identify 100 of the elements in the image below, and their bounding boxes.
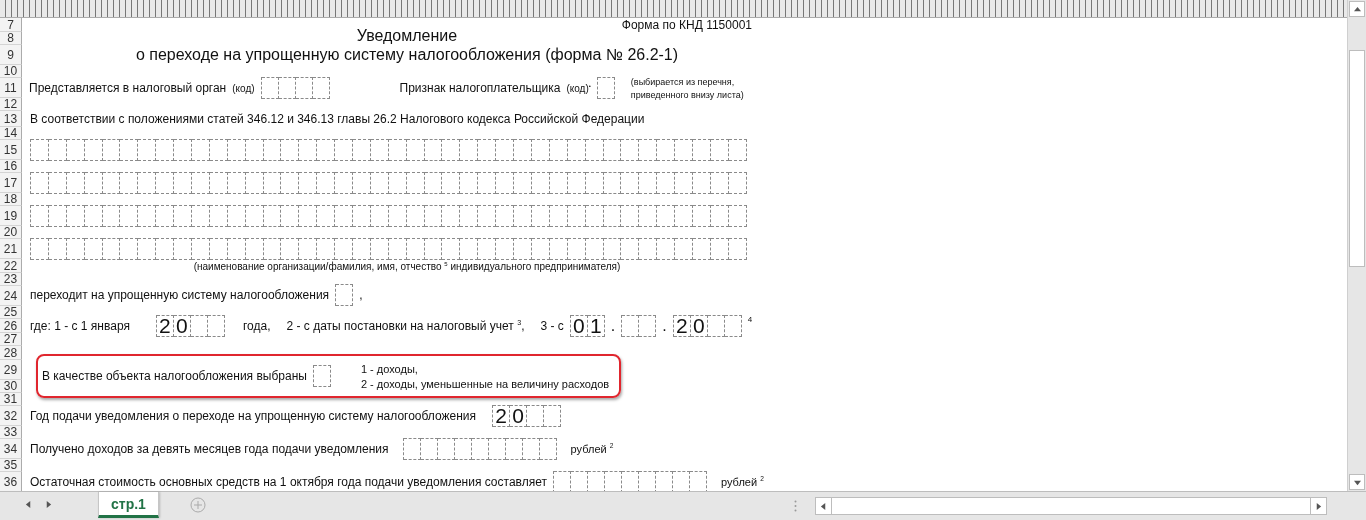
input-cell[interactable] bbox=[460, 205, 479, 227]
input-cell[interactable] bbox=[299, 238, 318, 260]
input-cell[interactable] bbox=[478, 205, 497, 227]
input-cell[interactable] bbox=[567, 238, 586, 260]
input-cell[interactable] bbox=[281, 238, 300, 260]
input-cell[interactable] bbox=[190, 315, 208, 337]
input-cell[interactable] bbox=[138, 139, 157, 161]
input-cell[interactable] bbox=[675, 205, 693, 227]
scroll-up-button[interactable] bbox=[1349, 1, 1365, 17]
input-cell[interactable] bbox=[192, 238, 210, 260]
input-cell[interactable] bbox=[692, 238, 711, 260]
input-cell[interactable] bbox=[442, 139, 461, 161]
input-cell[interactable] bbox=[174, 238, 192, 260]
input-cell[interactable] bbox=[621, 238, 640, 260]
input-cell[interactable] bbox=[281, 139, 300, 161]
input-cell[interactable] bbox=[353, 172, 371, 194]
input-cell[interactable] bbox=[335, 172, 354, 194]
input-cell[interactable] bbox=[295, 77, 313, 99]
input-cell[interactable] bbox=[675, 238, 693, 260]
input-cell[interactable] bbox=[102, 205, 121, 227]
input-cell[interactable] bbox=[622, 315, 640, 337]
input-cell[interactable] bbox=[192, 139, 210, 161]
input-cell[interactable] bbox=[31, 172, 49, 194]
input-cell[interactable] bbox=[207, 315, 225, 337]
input-cell[interactable] bbox=[724, 315, 742, 337]
input-cell[interactable] bbox=[299, 139, 318, 161]
input-cell[interactable] bbox=[138, 205, 157, 227]
input-cell[interactable] bbox=[120, 172, 139, 194]
input-cell[interactable] bbox=[531, 205, 550, 227]
input-cell[interactable] bbox=[707, 315, 725, 337]
input-cell[interactable] bbox=[514, 238, 532, 260]
input-cell[interactable] bbox=[31, 139, 49, 161]
input-cell[interactable] bbox=[442, 172, 461, 194]
input-cell[interactable] bbox=[657, 172, 676, 194]
input-cell[interactable] bbox=[48, 172, 67, 194]
input-cell[interactable] bbox=[496, 172, 515, 194]
input-cell[interactable] bbox=[585, 205, 604, 227]
input-cell[interactable] bbox=[514, 172, 532, 194]
input-cell[interactable] bbox=[522, 438, 540, 460]
input-cell[interactable] bbox=[585, 172, 604, 194]
input-cell[interactable] bbox=[245, 205, 264, 227]
input-cell[interactable] bbox=[261, 77, 279, 99]
input-cell[interactable] bbox=[549, 139, 568, 161]
input-cell[interactable] bbox=[639, 205, 658, 227]
input-cell[interactable] bbox=[370, 172, 389, 194]
input-cell[interactable] bbox=[424, 172, 443, 194]
input-cell[interactable] bbox=[84, 205, 103, 227]
input-cell[interactable] bbox=[527, 405, 545, 427]
scroll-thumb[interactable] bbox=[1349, 50, 1365, 267]
input-cell[interactable]: 0 bbox=[510, 405, 528, 427]
input-cell[interactable] bbox=[567, 172, 586, 194]
input-cell[interactable] bbox=[317, 139, 336, 161]
input-cell[interactable] bbox=[460, 139, 479, 161]
input-cell[interactable] bbox=[370, 139, 389, 161]
input-cell[interactable]: 2 bbox=[673, 315, 691, 337]
input-cell[interactable] bbox=[585, 238, 604, 260]
input-cell[interactable] bbox=[478, 172, 497, 194]
input-cell[interactable] bbox=[370, 238, 389, 260]
input-cell[interactable] bbox=[66, 172, 85, 194]
input-cell[interactable] bbox=[317, 172, 336, 194]
input-cell[interactable] bbox=[531, 238, 550, 260]
input-cell[interactable] bbox=[156, 139, 175, 161]
input-cell[interactable] bbox=[278, 77, 296, 99]
input-cell[interactable] bbox=[710, 139, 729, 161]
input-cell[interactable] bbox=[192, 172, 210, 194]
input-cell[interactable] bbox=[406, 172, 425, 194]
scroll-down-button[interactable] bbox=[1349, 474, 1365, 490]
input-cell[interactable] bbox=[403, 438, 421, 460]
input-cell[interactable] bbox=[514, 139, 532, 161]
input-cell[interactable] bbox=[263, 139, 282, 161]
input-cell[interactable] bbox=[66, 139, 85, 161]
input-cell[interactable] bbox=[48, 238, 67, 260]
input-cell[interactable] bbox=[692, 172, 711, 194]
input-cell[interactable] bbox=[442, 205, 461, 227]
input-cell[interactable] bbox=[406, 238, 425, 260]
input-cell[interactable] bbox=[496, 238, 515, 260]
input-cell[interactable] bbox=[120, 238, 139, 260]
input-cell[interactable] bbox=[388, 139, 407, 161]
input-cell[interactable] bbox=[245, 139, 264, 161]
input-cell[interactable] bbox=[31, 205, 49, 227]
input-cell[interactable] bbox=[603, 205, 622, 227]
horizontal-scrollbar[interactable] bbox=[814, 497, 1327, 515]
input-cell[interactable] bbox=[478, 238, 497, 260]
input-cell[interactable] bbox=[209, 172, 228, 194]
input-cell[interactable] bbox=[544, 405, 562, 427]
input-cell[interactable] bbox=[353, 238, 371, 260]
input-cell[interactable] bbox=[621, 139, 640, 161]
input-cell[interactable] bbox=[567, 139, 586, 161]
input-cell[interactable] bbox=[120, 205, 139, 227]
input-cell[interactable] bbox=[478, 139, 497, 161]
input-cell[interactable] bbox=[227, 172, 246, 194]
input-cell[interactable] bbox=[639, 172, 658, 194]
input-cell[interactable] bbox=[281, 205, 300, 227]
input-cell[interactable] bbox=[675, 139, 693, 161]
input-cell[interactable] bbox=[388, 205, 407, 227]
input-cell[interactable]: 2 bbox=[156, 315, 174, 337]
input-cell[interactable] bbox=[192, 205, 210, 227]
input-cell[interactable] bbox=[514, 205, 532, 227]
input-cell[interactable] bbox=[728, 172, 747, 194]
input-cell[interactable] bbox=[657, 205, 676, 227]
